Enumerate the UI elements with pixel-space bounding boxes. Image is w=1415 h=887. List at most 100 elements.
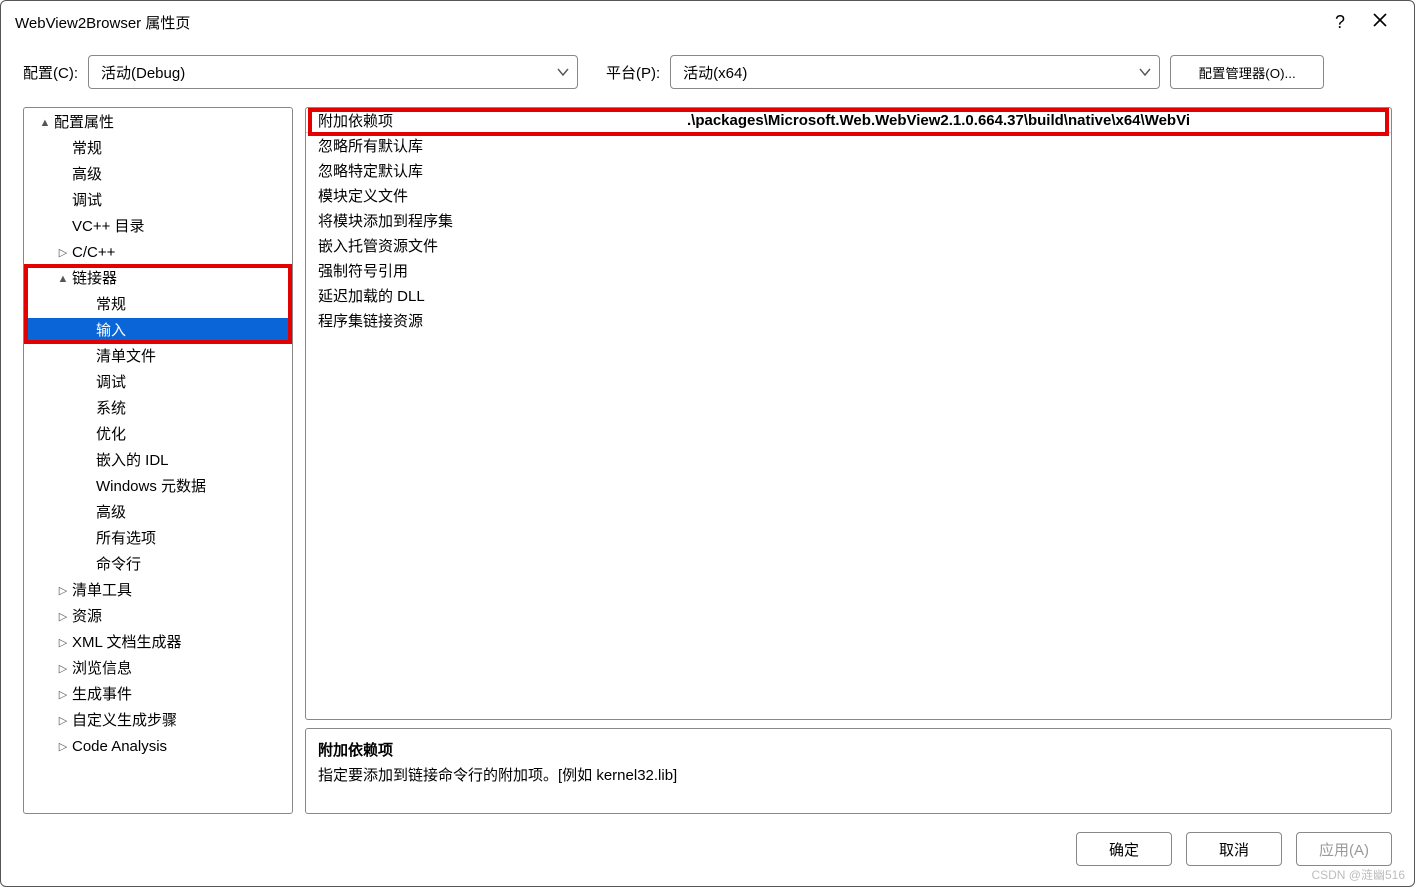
property-value[interactable]: .\packages\Microsoft.Web.WebView2.1.0.66…	[681, 112, 1391, 129]
tree-item[interactable]: 高级	[24, 162, 292, 188]
tree-item-label: VC++ 目录	[72, 214, 145, 240]
tree-item-label: XML 文档生成器	[72, 630, 181, 656]
ok-button[interactable]: 确定	[1076, 832, 1172, 866]
tree-item-label: 自定义生成步骤	[72, 708, 177, 734]
tree-item[interactable]: 常规	[24, 292, 292, 318]
tree-item[interactable]: ▷C/C++	[24, 240, 292, 266]
tree-item[interactable]: ▷XML 文档生成器	[24, 630, 292, 656]
description-body: 指定要添加到链接命令行的附加项。[例如 kernel32.lib]	[318, 764, 1379, 785]
platform-value: 活动(x64)	[683, 62, 747, 83]
property-row[interactable]: 延迟加载的 DLL	[306, 283, 1391, 308]
property-row[interactable]: 将模块添加到程序集	[306, 208, 1391, 233]
property-row[interactable]: 强制符号引用	[306, 258, 1391, 283]
tree-item-label: 清单文件	[96, 344, 156, 370]
tree-item-label: 常规	[72, 136, 102, 162]
tree-item[interactable]: 常规	[24, 136, 292, 162]
tree-item[interactable]: ▲配置属性	[24, 110, 292, 136]
titlebar: WebView2Browser 属性页 ?	[1, 1, 1414, 43]
tree-item[interactable]: 嵌入的 IDL	[24, 448, 292, 474]
expand-icon[interactable]: ▷	[56, 604, 70, 630]
tree-item-label: 常规	[96, 292, 126, 318]
tree-item[interactable]: 优化	[24, 422, 292, 448]
tree-item[interactable]: ▷资源	[24, 604, 292, 630]
tree-item[interactable]: ▷浏览信息	[24, 656, 292, 682]
category-tree[interactable]: ▲配置属性常规高级调试VC++ 目录▷C/C++▲链接器常规输入清单文件调试系统…	[23, 107, 293, 814]
property-label: 嵌入托管资源文件	[306, 235, 681, 256]
property-row[interactable]: 模块定义文件	[306, 183, 1391, 208]
tree-item[interactable]: 调试	[24, 188, 292, 214]
configuration-manager-button[interactable]: 配置管理器(O)...	[1170, 55, 1324, 89]
tree-item[interactable]: ▷Code Analysis	[24, 734, 292, 760]
configuration-value: 活动(Debug)	[101, 62, 185, 83]
tree-item[interactable]: Windows 元数据	[24, 474, 292, 500]
tree-item-label: 生成事件	[72, 682, 132, 708]
right-column: 附加依赖项.\packages\Microsoft.Web.WebView2.1…	[305, 107, 1392, 814]
help-button[interactable]: ?	[1320, 1, 1360, 43]
tree-item-label: C/C++	[72, 240, 115, 266]
tree-item-label: 链接器	[72, 266, 117, 292]
tree-item[interactable]: ▷自定义生成步骤	[24, 708, 292, 734]
property-pages-window: WebView2Browser 属性页 ? 配置(C): 活动(Debug) 平…	[0, 0, 1415, 887]
property-row[interactable]: 忽略特定默认库	[306, 158, 1391, 183]
expand-icon[interactable]: ▷	[56, 240, 70, 266]
window-title: WebView2Browser 属性页	[15, 12, 1320, 33]
tree-item[interactable]: 调试	[24, 370, 292, 396]
property-label: 延迟加载的 DLL	[306, 285, 681, 306]
property-row[interactable]: 程序集链接资源	[306, 308, 1391, 333]
tree-item-label: Windows 元数据	[96, 474, 206, 500]
tree-item[interactable]: 高级	[24, 500, 292, 526]
tree-item[interactable]: ▷清单工具	[24, 578, 292, 604]
chevron-down-icon	[1139, 66, 1151, 78]
dialog-body: ▲配置属性常规高级调试VC++ 目录▷C/C++▲链接器常规输入清单文件调试系统…	[1, 107, 1414, 820]
property-label: 忽略特定默认库	[306, 160, 681, 181]
tree-item-label: 清单工具	[72, 578, 132, 604]
property-row[interactable]: 附加依赖项.\packages\Microsoft.Web.WebView2.1…	[306, 108, 1391, 133]
expand-icon[interactable]: ▷	[56, 630, 70, 656]
tree-item-label: 输入	[96, 318, 126, 344]
tree-item[interactable]: 命令行	[24, 552, 292, 578]
tree-item[interactable]: 所有选项	[24, 526, 292, 552]
tree-item-label: 所有选项	[96, 526, 156, 552]
expand-icon[interactable]: ▷	[56, 682, 70, 708]
property-row[interactable]: 嵌入托管资源文件	[306, 233, 1391, 258]
tree-item-label: 浏览信息	[72, 656, 132, 682]
tree-item[interactable]: ▲链接器	[24, 266, 292, 292]
platform-label: 平台(P):	[606, 62, 660, 83]
property-label: 将模块添加到程序集	[306, 210, 681, 231]
property-label: 强制符号引用	[306, 260, 681, 281]
tree-item-label: 命令行	[96, 552, 141, 578]
tree-item[interactable]: ▷生成事件	[24, 682, 292, 708]
configuration-label: 配置(C):	[23, 62, 78, 83]
property-label: 程序集链接资源	[306, 310, 681, 331]
cancel-button[interactable]: 取消	[1186, 832, 1282, 866]
tree-item[interactable]: 系统	[24, 396, 292, 422]
tree-item-label: 资源	[72, 604, 102, 630]
tree-item[interactable]: 输入	[24, 318, 292, 344]
tree-item[interactable]: 清单文件	[24, 344, 292, 370]
tree-item-label: 高级	[72, 162, 102, 188]
description-title: 附加依赖项	[318, 739, 1379, 760]
tree-item-label: 优化	[96, 422, 126, 448]
property-grid[interactable]: 附加依赖项.\packages\Microsoft.Web.WebView2.1…	[305, 107, 1392, 720]
property-row[interactable]: 忽略所有默认库	[306, 133, 1391, 158]
apply-button[interactable]: 应用(A)	[1296, 832, 1392, 866]
tree-item-label: 配置属性	[54, 110, 114, 136]
configuration-combo[interactable]: 活动(Debug)	[88, 55, 578, 89]
tree-item-label: 高级	[96, 500, 126, 526]
property-label: 附加依赖项	[306, 110, 681, 131]
expand-icon[interactable]: ▷	[56, 656, 70, 682]
description-pane: 附加依赖项 指定要添加到链接命令行的附加项。[例如 kernel32.lib]	[305, 728, 1392, 814]
collapse-icon[interactable]: ▲	[38, 110, 52, 136]
tree-item-label: 系统	[96, 396, 126, 422]
tree-item[interactable]: VC++ 目录	[24, 214, 292, 240]
property-label: 忽略所有默认库	[306, 135, 681, 156]
chevron-down-icon	[557, 66, 569, 78]
expand-icon[interactable]: ▷	[56, 578, 70, 604]
expand-icon[interactable]: ▷	[56, 708, 70, 734]
close-button[interactable]	[1360, 1, 1400, 43]
collapse-icon[interactable]: ▲	[56, 266, 70, 292]
tree-item-label: 调试	[96, 370, 126, 396]
platform-combo[interactable]: 活动(x64)	[670, 55, 1160, 89]
expand-icon[interactable]: ▷	[56, 734, 70, 760]
dialog-footer: 确定 取消 应用(A)	[1, 820, 1414, 886]
